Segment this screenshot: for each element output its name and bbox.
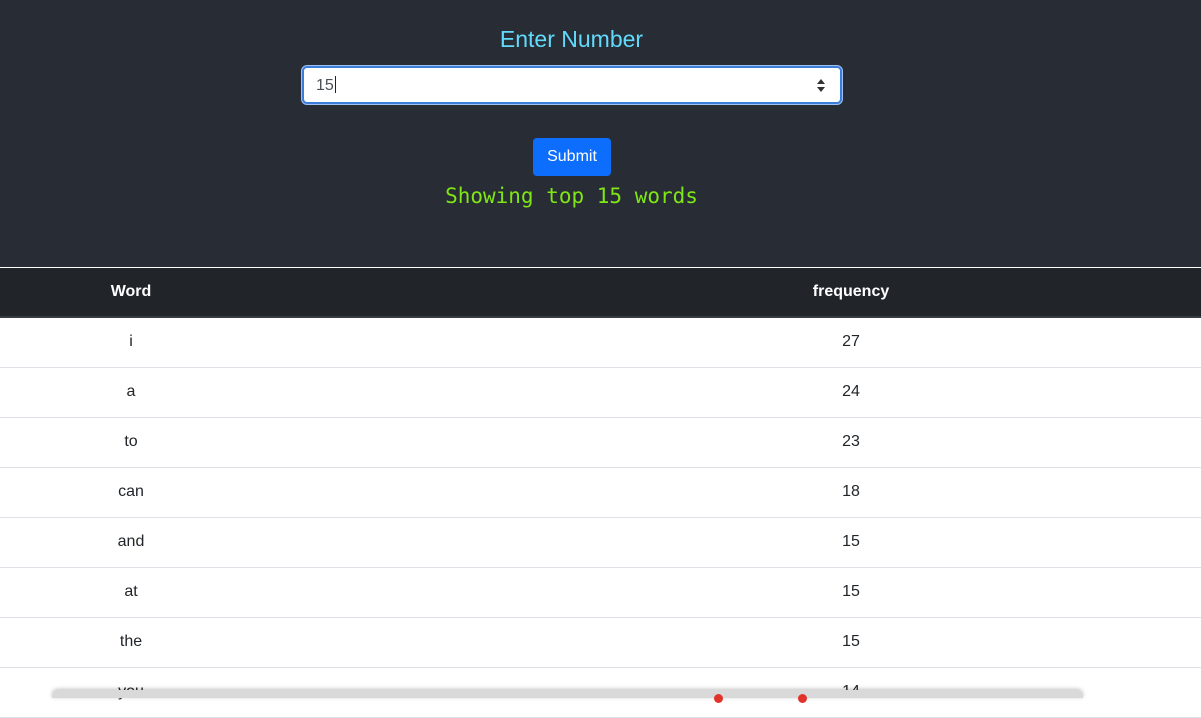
- dock-indicator-icon: [798, 694, 807, 703]
- table-row: a 24: [0, 368, 1201, 418]
- submit-button[interactable]: Submit: [533, 138, 611, 176]
- number-input[interactable]: 15: [302, 66, 842, 104]
- cell-word: i: [129, 333, 133, 350]
- table-row: can 18: [0, 468, 1201, 518]
- dock-bar: [52, 690, 1083, 703]
- table-row: at 15: [0, 568, 1201, 618]
- table-row: the 15: [0, 618, 1201, 668]
- table-header: Word frequency: [0, 268, 1201, 318]
- spin-up-icon[interactable]: [817, 79, 825, 84]
- column-header-frequency: frequency: [812, 283, 890, 300]
- cell-word: to: [124, 433, 138, 450]
- text-caret: [334, 76, 336, 93]
- table-body: i 27 a 24 to 23 can 18 and 15 at 15 the …: [0, 318, 1201, 718]
- cell-word: a: [126, 383, 136, 400]
- cell-word: at: [124, 583, 138, 600]
- spinner-arrows-icon[interactable]: [814, 75, 828, 95]
- table-row: and 15: [0, 518, 1201, 568]
- header-panel: Enter Number 15 Submit Showing top 15 wo…: [0, 0, 1201, 267]
- cell-word: can: [118, 483, 144, 500]
- cell-word: and: [117, 533, 145, 550]
- cell-frequency: 15: [842, 533, 860, 550]
- cell-frequency: 24: [842, 383, 860, 400]
- cell-frequency: 18: [842, 483, 860, 500]
- showing-status: Showing top 15 words: [445, 184, 698, 208]
- number-input-value: 15: [316, 76, 336, 94]
- column-header-word: Word: [110, 283, 152, 300]
- spin-down-icon[interactable]: [817, 87, 825, 92]
- cell-word: the: [119, 633, 143, 650]
- table-row: to 23: [0, 418, 1201, 468]
- page-title: Enter Number: [499, 26, 644, 52]
- cell-frequency: 23: [842, 433, 860, 450]
- cell-frequency: 15: [842, 583, 860, 600]
- cell-frequency: 27: [842, 333, 860, 350]
- dock-indicator-icon: [714, 694, 723, 703]
- table-row: i 27: [0, 318, 1201, 368]
- cell-frequency: 15: [842, 633, 860, 650]
